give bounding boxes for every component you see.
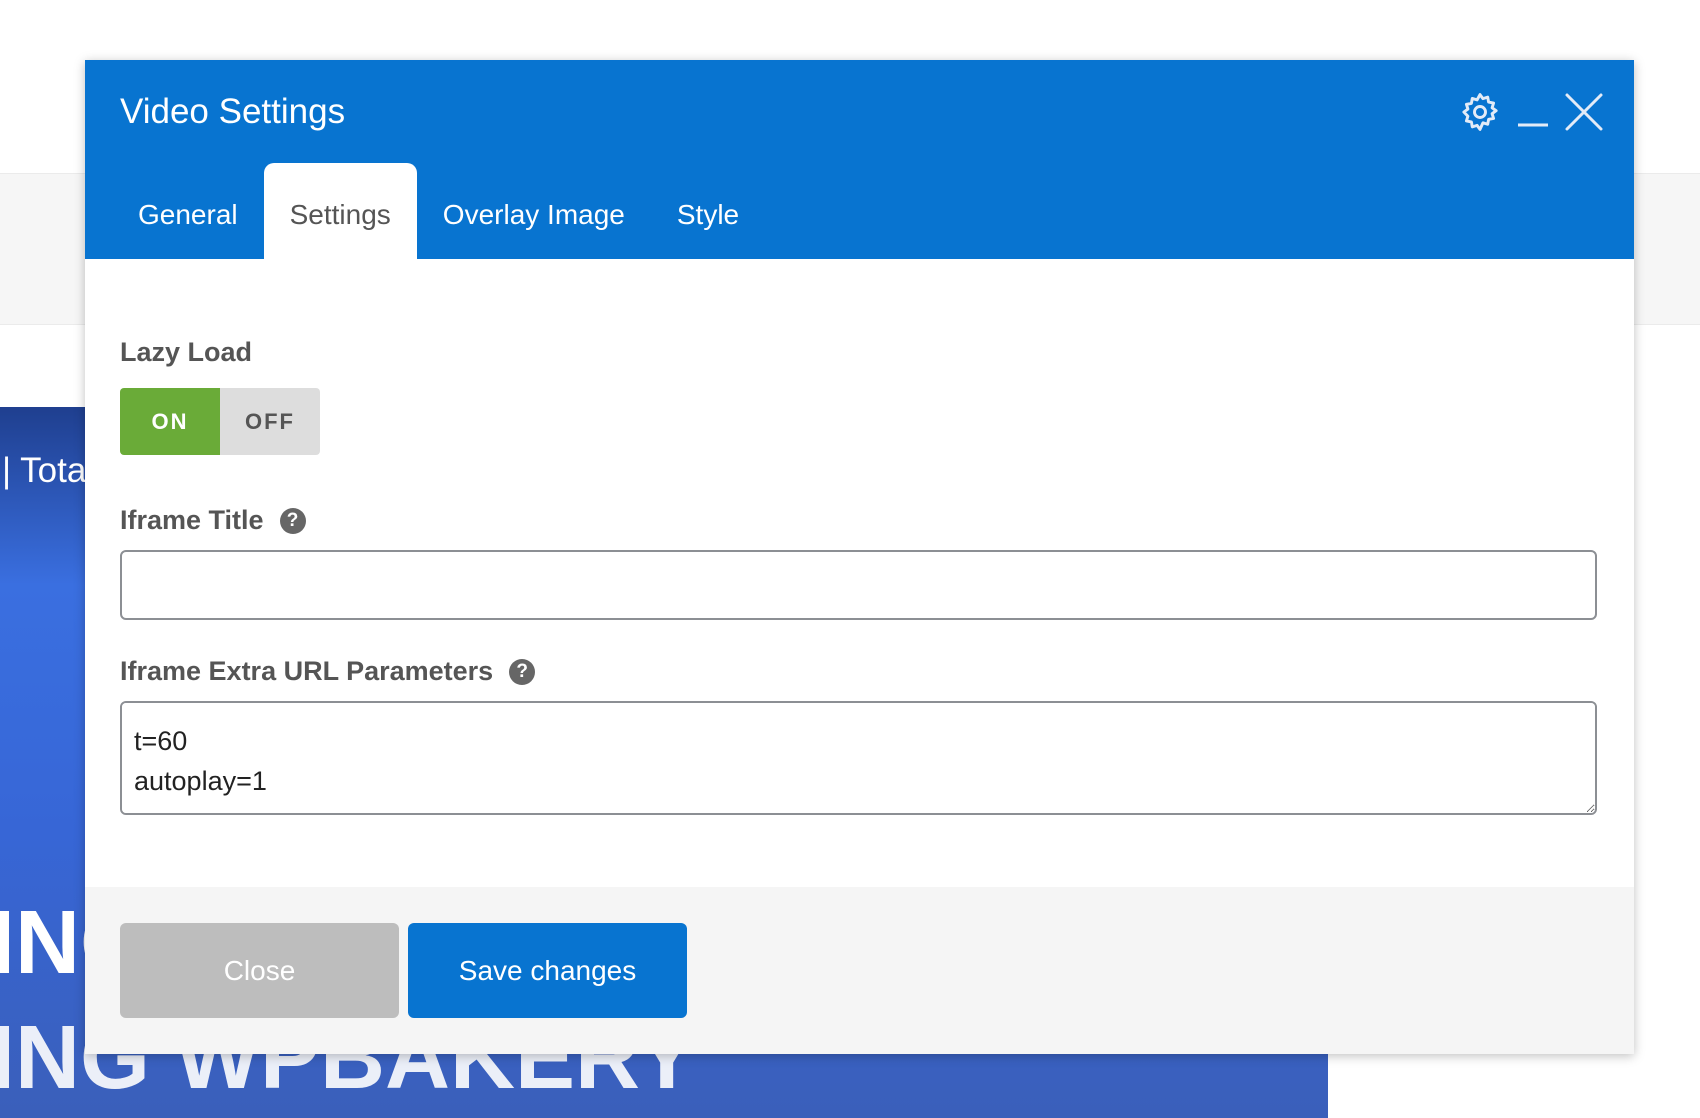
video-caption: | Tota (2, 451, 87, 490)
help-icon[interactable]: ? (279, 507, 306, 534)
toggle-off[interactable]: OFF (220, 388, 320, 455)
lazy-load-label-text: Lazy Load (120, 337, 253, 367)
tab-overlay-image[interactable]: Overlay Image (417, 163, 651, 259)
gear-icon[interactable] (1458, 90, 1502, 139)
tab-settings[interactable]: Settings (263, 163, 417, 259)
tab-style[interactable]: Style (651, 163, 765, 259)
iframe-title-input[interactable] (120, 550, 1597, 620)
modal-header: Video Settings General Settings Overlay … (85, 60, 1634, 259)
iframe-title-label: Iframe Title? (120, 505, 1599, 536)
tab-general[interactable]: General (112, 163, 264, 259)
modal-title: Video Settings (120, 92, 346, 131)
close-icon[interactable] (1564, 92, 1604, 137)
lazy-load-toggle[interactable]: ON OFF (120, 388, 320, 455)
minimize-icon[interactable] (1516, 90, 1550, 139)
iframe-title-label-text: Iframe Title (120, 505, 264, 535)
help-icon[interactable]: ? (509, 658, 536, 685)
iframe-params-label: Iframe Extra URL Parameters? (120, 656, 1599, 687)
iframe-params-label-text: Iframe Extra URL Parameters (120, 656, 494, 686)
toggle-on[interactable]: ON (120, 388, 220, 455)
save-changes-button[interactable]: Save changes (408, 923, 687, 1018)
iframe-params-textarea[interactable] (120, 701, 1597, 815)
video-settings-modal: Video Settings General Settings Overlay … (85, 60, 1634, 1054)
modal-footer: Close Save changes (85, 887, 1634, 1054)
tab-bar: General Settings Overlay Image Style (85, 163, 765, 259)
close-button[interactable]: Close (120, 923, 399, 1018)
lazy-load-label: Lazy Load (120, 337, 1599, 368)
